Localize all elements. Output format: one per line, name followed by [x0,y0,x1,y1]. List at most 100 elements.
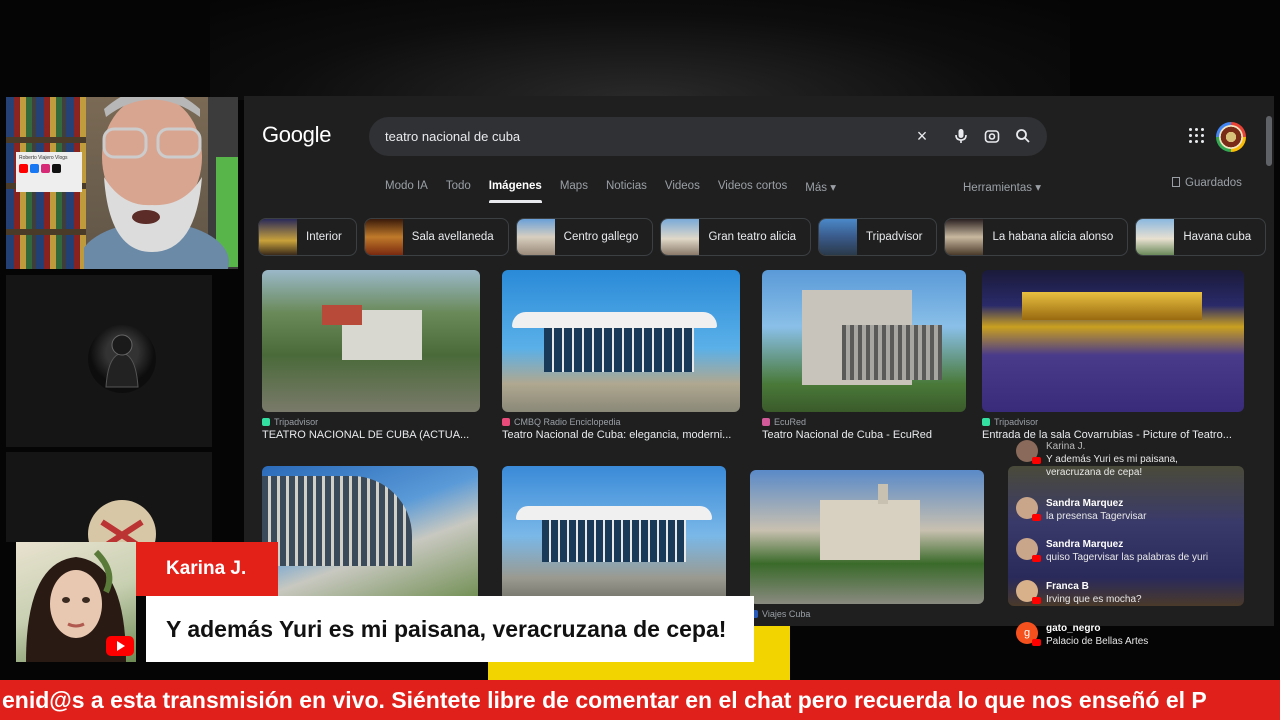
tab-todo[interactable]: Todo [446,180,471,194]
chat-avatar: g [1016,622,1041,646]
chat-text: quiso Tagervisar las palabras de yuri [1046,552,1209,563]
chip-tripadvisor[interactable]: Tripadvisor [818,218,938,256]
tools-button[interactable]: Herramientas ▾ [963,180,1041,194]
microphone-icon[interactable] [952,127,970,145]
chat-text: Y además Yuri es mi paisana, [1046,454,1178,465]
chip-thumbnail [259,219,297,255]
lens-icon[interactable] [983,127,1001,145]
search-input[interactable]: teatro nacional de cuba [385,129,520,144]
favicon [502,418,510,426]
chip-thumbnail [661,219,700,255]
chip-havana-cuba[interactable]: Havana cuba [1135,218,1267,256]
tiktok-icon [52,164,61,173]
chip-la-habana-alicia-alonso[interactable]: La habana alicia alonso [944,218,1129,256]
comment-highlight: Y además Yuri es mi paisana, veracruzana… [146,596,754,662]
social-icons [19,164,79,173]
favicon [262,418,270,426]
chat-author: gato_negro [1046,623,1101,634]
channel-sign-text: Roberto Viajero Vlogs [19,155,68,161]
tab-videos[interactable]: Videos [665,180,700,194]
apps-grid-icon[interactable] [1189,128,1205,144]
result-source: Tripadvisor [982,417,1244,427]
chat-message: Karina J. Y además Yuri es mi paisana, ver… [1016,440,1256,479]
result-2[interactable]: CMBQ Radio Enciclopedia Teatro Nacional … [502,270,742,441]
chip-label: Interior [306,231,342,243]
chip-label: Sala avellaneda [411,231,494,243]
chat-message: g gato_negro Palacio de Bellas Artes [1016,622,1256,648]
result-title[interactable]: Teatro Nacional de Cuba: elegancia, mode… [502,429,742,441]
result-5[interactable] [262,466,478,606]
result-7[interactable]: Viajes Cuba [750,470,984,619]
chat-message: Franca B Irving que es mocha? [1016,580,1256,606]
chip-label: Gran teatro alicia [708,231,797,243]
result-source: CMBQ Radio Enciclopedia [502,417,742,427]
result-image[interactable] [502,466,726,606]
guest-tile-2 [6,452,212,568]
result-title[interactable]: Teatro Nacional de Cuba - EcuRed [762,429,966,441]
chip-label: Centro gallego [563,231,639,243]
chat-text: veracruzana de cepa! [1046,467,1143,478]
result-3[interactable]: EcuRed Teatro Nacional de Cuba - EcuRed [762,270,966,441]
facebook-icon [30,164,39,173]
favicon [762,418,770,426]
result-title[interactable]: TEATRO NACIONAL DE CUBA (ACTUA... [262,429,480,441]
result-image[interactable] [982,270,1244,412]
host-person [84,97,229,269]
bookmark-icon [1172,177,1180,187]
chat-avatar [1016,538,1041,562]
tab-modo-ia[interactable]: Modo IA [385,180,428,194]
tab-mas[interactable]: Más ▾ [805,180,836,194]
commenter-name: Karina J. [136,542,278,596]
search-box[interactable]: teatro nacional de cuba × [369,117,1047,156]
chip-centro-gallego[interactable]: Centro gallego [515,218,654,256]
chat-message: Sandra Marquez la presensa Tagervisar [1016,497,1256,523]
chat-author: Karina J. [1046,441,1086,452]
saved-button[interactable]: Guardados [1172,177,1242,189]
tab-imagenes[interactable]: Imágenes [488,180,542,203]
tab-maps[interactable]: Maps [560,180,588,194]
tab-videos-cortos[interactable]: Videos cortos [718,180,787,194]
tab-noticias[interactable]: Noticias [606,180,647,194]
chip-thumbnail [819,219,858,255]
chat-text: la presensa Tagervisar [1046,511,1147,522]
result-image[interactable] [762,270,966,412]
result-image[interactable] [262,466,478,606]
result-image[interactable] [750,470,984,604]
chat-message: Sandra Marquez quiso Tagervisar las palab… [1016,538,1256,564]
guest-avatar-black [88,325,156,393]
chip-thumbnail [1136,219,1175,255]
chip-interior[interactable]: Interior [258,218,357,256]
chip-label: La habana alicia alonso [992,231,1114,243]
chat-avatar [1016,497,1041,521]
chat-author: Franca B [1046,581,1089,592]
chip-label: Tripadvisor [866,231,923,243]
chip-thumbnail [364,219,403,255]
google-logo[interactable]: Google [262,122,331,148]
clear-icon[interactable]: × [913,127,931,145]
chat-avatar [1016,580,1041,604]
chip-gran-teatro-alicia[interactable]: Gran teatro alicia [660,218,812,256]
result-6[interactable] [502,466,726,606]
chip-sala-avellaneda[interactable]: Sala avellaneda [363,218,509,256]
chat-text: Irving que es mocha? [1046,594,1142,605]
channel-sign: Roberto Viajero Vlogs [16,152,82,192]
result-image[interactable] [262,270,480,412]
search-icon[interactable] [1014,127,1032,145]
result-source: Tripadvisor [262,417,480,427]
chat-author: Sandra Marquez [1046,498,1124,509]
result-image[interactable] [502,270,740,412]
host-webcam: Roberto Viajero Vlogs [6,97,238,269]
chat-text: Palacio de Bellas Artes [1046,636,1149,647]
live-chat-overlay: Karina J. Y además Yuri es mi paisana, ver… [1010,440,1260,660]
instagram-icon [41,164,50,173]
result-1[interactable]: Tripadvisor TEATRO NACIONAL DE CUBA (ACT… [262,270,480,441]
scrollbar[interactable] [1266,116,1272,166]
background-blur [210,0,1070,100]
result-4[interactable]: Tripadvisor Entrada de la sala Covarrubi… [982,270,1244,441]
stream-stage: Roberto Viajero Vlogs Google teatro naci… [0,0,1280,720]
account-avatar[interactable] [1216,122,1246,152]
news-ticker: enid@s a esta transmisión en vivo. Siént… [0,680,1280,720]
youtube-icon [106,636,134,656]
result-source: Viajes Cuba [750,609,984,619]
favicon [982,418,990,426]
